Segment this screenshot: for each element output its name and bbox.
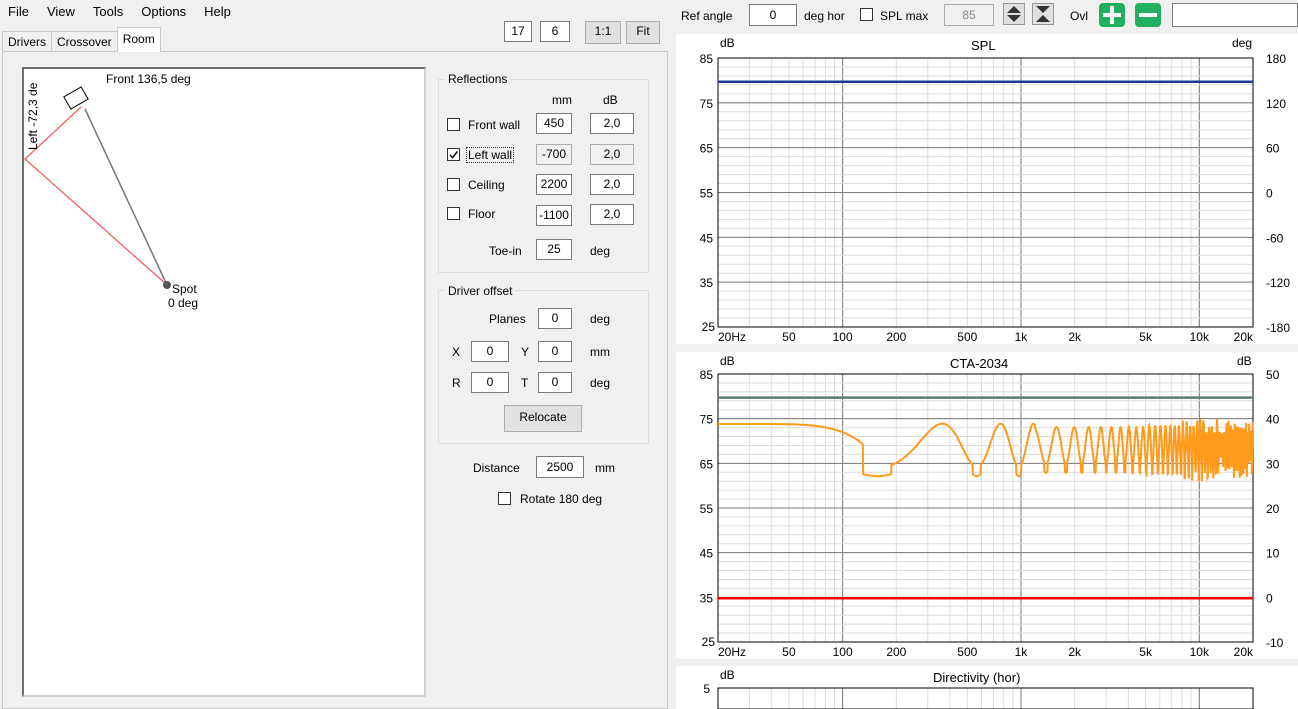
x-tick-label: 50 [782,330,796,344]
cta-title: CTA-2034 [950,356,1009,371]
y2-tick-label: 50 [1266,368,1280,382]
y2-tick-label: 120 [1266,97,1286,111]
y2-tick-label: -180 [1266,321,1290,335]
x-tick-label: 1k [1015,330,1029,344]
cta-ylabel-left: dB [720,354,735,368]
y-tick-label: 5 [703,682,710,696]
tab-room[interactable]: Room [116,27,161,52]
x-tick-label: 100 [833,330,853,344]
x-tick-label: 5k [1139,330,1153,344]
x-tick-label: 50 [782,645,796,659]
x-tick-label: 10k [1190,645,1210,659]
directivity-title: Directivity (hor) [933,670,1021,685]
plot-frame [717,687,1254,709]
y2-tick-label: 180 [1266,52,1286,66]
x-tick-label: 100 [833,645,853,659]
y-tick-label: 75 [700,97,714,111]
y2-tick-label: 60 [1266,142,1280,156]
x-tick-label: 500 [957,645,977,659]
y-tick-label: 85 [700,368,714,382]
y-tick-label: 55 [700,502,714,516]
x-tick-label: 10k [1190,330,1210,344]
x-tick-label: 20k [1234,330,1254,344]
y-tick-label: 65 [700,142,714,156]
y-tick-label: 65 [700,457,714,471]
x-tick-label: 200 [886,330,906,344]
x-tick-label: 1k [1015,645,1029,659]
y-tick-label: 85 [700,52,714,66]
y2-tick-label: -60 [1266,231,1284,245]
charts-layer[interactable]: 25354555657585-180-120-6006012018020Hz 50… [0,0,1298,709]
x-tick-label: 20k [1234,645,1254,659]
x-tick-label: 2k [1068,330,1082,344]
x-tick-label: 500 [957,330,977,344]
y-tick-label: 75 [700,413,714,427]
y2-tick-label: 10 [1266,547,1280,561]
spl-ylabel-right: deg [1232,36,1253,50]
spl-title: SPL [971,38,996,53]
y-tick-label: 25 [702,635,716,649]
y-tick-label: 35 [700,591,714,605]
spl-ylabel-left: dB [720,36,735,50]
directivity-ylabel-left: dB [720,668,735,682]
y2-tick-label: 0 [1266,187,1273,201]
y2-tick-label: 30 [1266,457,1280,471]
y2-tick-label: 40 [1266,413,1280,427]
y2-tick-label: 20 [1266,502,1280,516]
y-tick-label: 35 [700,276,714,290]
y-tick-label: 55 [700,187,714,201]
y-tick-label: 45 [700,231,714,245]
x-tick-label: 200 [886,645,906,659]
x-tick-label: 20Hz [718,330,746,344]
y2-tick-label: 0 [1266,591,1273,605]
x-tick-label: 5k [1139,645,1153,659]
y2-tick-label: -10 [1266,636,1284,650]
y-tick-label: 25 [702,320,716,334]
x-tick-label: 2k [1068,645,1082,659]
cta-ylabel-right: dB [1237,354,1252,368]
y2-tick-label: -120 [1266,276,1290,290]
x-tick-label: 20Hz [718,645,746,659]
y-tick-label: 45 [700,547,714,561]
